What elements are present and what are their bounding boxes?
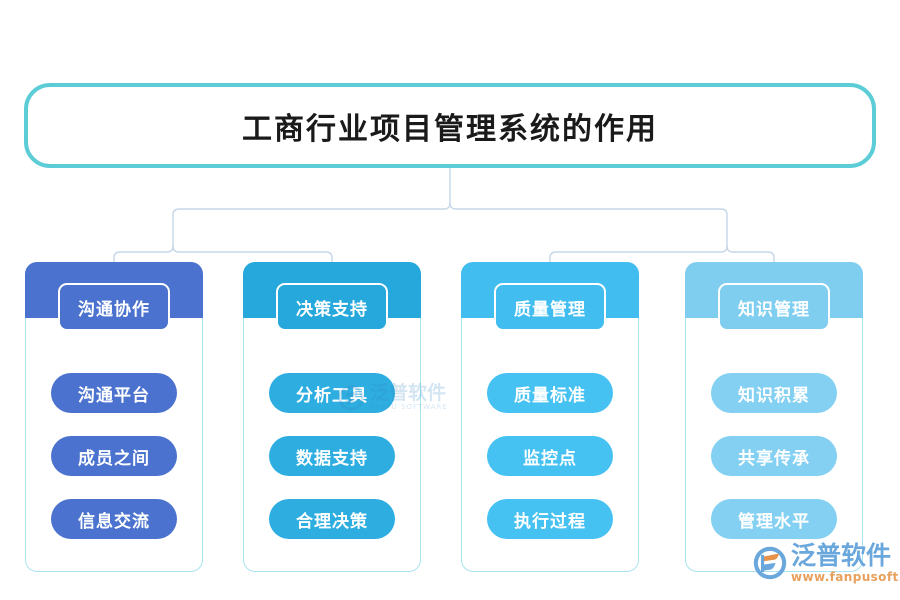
item-pill-label: 质量标准 [514,385,586,406]
branch-card-quality-management[interactable]: 质量管理 质量标准 监控点 执行过程 [461,262,639,572]
item-pill-label: 信息交流 [78,511,150,532]
connector-to-col-3 [549,245,728,262]
item-pill[interactable]: 数据支持 [269,436,395,476]
item-pill-label: 知识积累 [738,385,810,406]
item-pill[interactable]: 监控点 [487,436,613,476]
connector-right-group [449,202,728,246]
card-header-decision-support[interactable]: 决策支持 [276,283,388,331]
item-pill[interactable]: 沟通平台 [51,373,177,413]
branch-card-communication[interactable]: 沟通协作 沟通平台 成员之间 信息交流 [25,262,203,572]
card-header-knowledge-management[interactable]: 知识管理 [718,283,830,331]
item-pill-label: 共享传承 [738,448,810,469]
item-pill-label: 合理决策 [296,511,368,532]
item-pill-label: 成员之间 [78,448,150,469]
item-pill[interactable]: 成员之间 [51,436,177,476]
connector-to-col-2 [172,245,333,262]
item-pill[interactable]: 知识积累 [711,373,837,413]
card-header-quality-management[interactable]: 质量管理 [494,283,606,331]
connector-to-col-1 [113,245,174,262]
card-header-label: 质量管理 [514,299,586,320]
item-pill-label: 执行过程 [514,511,586,532]
branch-card-decision-support[interactable]: 决策支持 分析工具 数据支持 合理决策 [243,262,421,572]
item-pill[interactable]: 共享传承 [711,436,837,476]
branch-card-knowledge-management[interactable]: 知识管理 知识积累 共享传承 管理水平 [685,262,863,572]
item-pill[interactable]: 质量标准 [487,373,613,413]
page-title: 工商行业项目管理系统的作用 [242,111,658,147]
item-pill[interactable]: 信息交流 [51,499,177,539]
diagram-canvas: 工商行业项目管理系统的作用 沟通协作 沟通平台 成员之间 信息交流 决策支持 分… [0,0,900,600]
card-header-label: 决策支持 [296,299,368,320]
item-pill-label: 数据支持 [296,448,368,469]
item-pill[interactable]: 分析工具 [269,373,395,413]
connector-left-group [172,202,451,246]
item-pill-label: 沟通平台 [78,385,150,406]
item-pill-label: 管理水平 [738,511,810,532]
card-header-label: 知识管理 [738,299,810,320]
item-pill[interactable]: 管理水平 [711,499,837,539]
connector-to-col-4 [726,245,775,262]
item-pill[interactable]: 合理决策 [269,499,395,539]
card-header-communication[interactable]: 沟通协作 [58,283,170,331]
diagram-title-box: 工商行业项目管理系统的作用 [24,83,876,168]
item-pill[interactable]: 执行过程 [487,499,613,539]
brand-url: www.fanpusoft.com [791,570,900,585]
item-pill-label: 监控点 [523,448,577,469]
item-pill-label: 分析工具 [296,385,368,406]
card-header-label: 沟通协作 [78,299,150,320]
